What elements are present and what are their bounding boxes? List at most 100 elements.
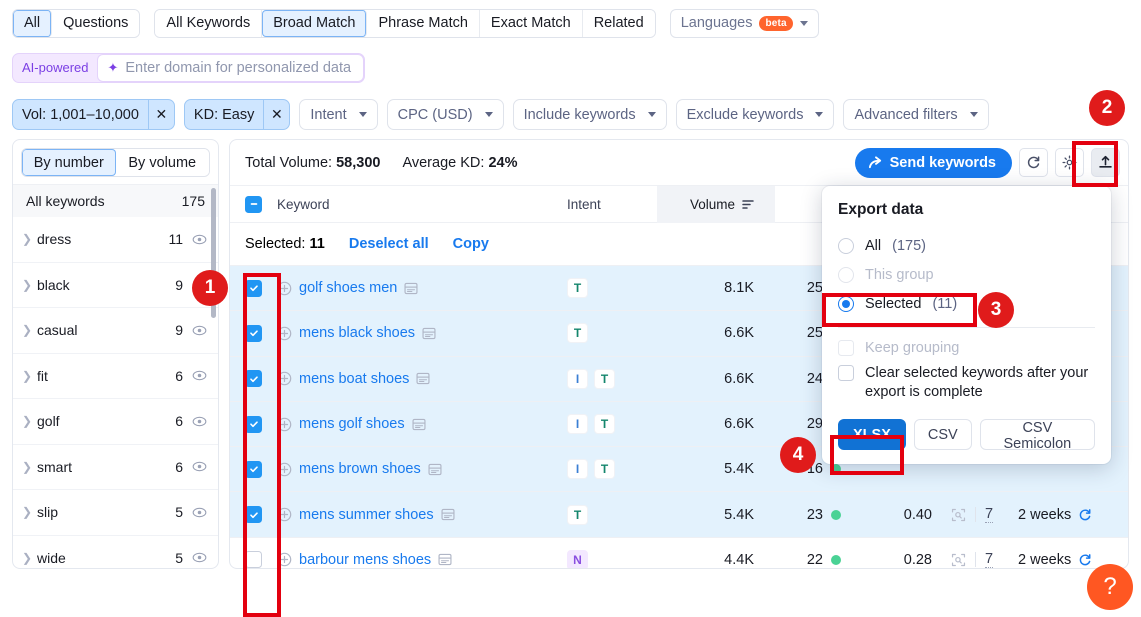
add-to-list-icon[interactable] [277, 552, 292, 567]
chevron-right-icon[interactable]: ❯ [22, 505, 37, 519]
tab-phrase-match[interactable]: Phrase Match [367, 9, 480, 37]
checkbox-icon[interactable] [838, 365, 854, 381]
header-keyword[interactable]: Keyword [277, 197, 555, 212]
tab-all-keywords[interactable]: All Keywords [155, 9, 263, 37]
filter-intent[interactable]: Intent [299, 99, 378, 130]
filter-include-keywords[interactable]: Include keywords [512, 99, 667, 130]
export-option-all[interactable]: All (175) [838, 231, 1095, 260]
add-to-list-icon[interactable] [277, 281, 292, 296]
tab-broad-match[interactable]: Broad Match [262, 9, 368, 37]
update-refresh-icon[interactable] [1078, 508, 1092, 522]
row-checkbox[interactable] [245, 506, 262, 524]
close-icon[interactable]: ✕ [147, 100, 174, 129]
eye-icon[interactable] [192, 325, 207, 336]
chevron-right-icon[interactable]: ❯ [22, 278, 37, 292]
row-checkbox[interactable] [245, 415, 262, 433]
row-checkbox[interactable] [245, 324, 262, 342]
send-keywords-button[interactable]: Send keywords [854, 147, 1012, 178]
serp-results-icon[interactable] [951, 508, 966, 522]
chevron-right-icon[interactable]: ❯ [22, 414, 37, 428]
intent-badge-I[interactable]: I [567, 414, 588, 435]
help-button[interactable]: ? [1087, 564, 1133, 610]
intent-badge-T[interactable]: T [567, 504, 588, 525]
filter-advanced[interactable]: Advanced filters [843, 99, 989, 130]
eye-icon[interactable] [192, 370, 207, 381]
serp-preview-icon[interactable] [404, 282, 418, 295]
row-checkbox[interactable] [245, 279, 262, 297]
add-to-list-icon[interactable] [277, 507, 292, 522]
row-checkbox[interactable] [245, 370, 262, 388]
chevron-right-icon[interactable]: ❯ [22, 232, 37, 246]
intent-badge-T[interactable]: T [594, 459, 615, 480]
add-to-list-icon[interactable] [277, 326, 292, 341]
header-intent[interactable]: Intent [555, 197, 657, 212]
chevron-right-icon[interactable]: ❯ [22, 369, 37, 383]
tab-all[interactable]: All [13, 9, 53, 37]
chevron-right-icon[interactable]: ❯ [22, 460, 37, 474]
serp-preview-icon[interactable] [416, 372, 430, 385]
row-checkbox[interactable] [245, 551, 262, 568]
keyword-link[interactable]: barbour mens shoes [299, 552, 431, 568]
filter-chip-volume[interactable]: Vol: 1,001–10,000 ✕ [12, 99, 175, 130]
tab-related[interactable]: Related [582, 9, 655, 37]
header-volume[interactable]: Volume [657, 185, 775, 223]
tab-exact-match[interactable]: Exact Match [479, 9, 583, 37]
serp-preview-icon[interactable] [422, 327, 436, 340]
intent-badge-T[interactable]: T [594, 414, 615, 435]
eye-icon[interactable] [192, 552, 207, 563]
intent-badge-I[interactable]: I [567, 459, 588, 480]
results-count[interactable]: 7 [985, 551, 994, 568]
eye-icon[interactable] [192, 416, 207, 427]
copy-link[interactable]: Copy [453, 236, 489, 252]
keyword-link[interactable]: mens brown shoes [299, 461, 421, 477]
keyword-link[interactable]: mens golf shoes [299, 416, 405, 432]
serp-preview-icon[interactable] [441, 508, 455, 521]
filter-cpc[interactable]: CPC (USD) [386, 99, 504, 130]
export-clear-selected[interactable]: Clear selected keywords after your expor… [838, 361, 1095, 405]
intent-badge-T[interactable]: T [567, 278, 588, 299]
sort-by-number[interactable]: By number [22, 149, 116, 176]
sidebar-group-row[interactable]: ❯ casual 9 [13, 308, 218, 354]
refresh-button[interactable] [1019, 148, 1048, 177]
keyword-link[interactable]: golf shoes men [299, 280, 397, 296]
intent-badge-I[interactable]: I [567, 368, 588, 389]
table-row[interactable]: mens summer shoes T 5.4K 23 0.40 7 2 weeks [230, 492, 1128, 538]
table-row[interactable]: barbour mens shoes N 4.4K 22 0.28 7 2 weeks [230, 538, 1128, 568]
deselect-all-link[interactable]: Deselect all [349, 236, 429, 252]
results-count[interactable]: 7 [985, 506, 994, 524]
sidebar-group-row[interactable]: ❯ wide 5 [13, 536, 218, 569]
tab-questions[interactable]: Questions [52, 9, 140, 37]
add-to-list-icon[interactable] [277, 417, 292, 432]
intent-badge-T[interactable]: T [567, 323, 588, 344]
filter-chip-kd[interactable]: KD: Easy ✕ [183, 99, 291, 130]
add-to-list-icon[interactable] [277, 462, 292, 477]
radio-icon-selected[interactable] [838, 295, 854, 312]
sidebar-group-row[interactable]: ❯ smart 6 [13, 445, 218, 490]
radio-icon[interactable] [838, 237, 854, 254]
keyword-link[interactable]: mens summer shoes [299, 507, 434, 523]
chevron-right-icon[interactable]: ❯ [22, 551, 37, 565]
settings-button[interactable] [1055, 148, 1084, 177]
add-to-list-icon[interactable] [277, 371, 292, 386]
sidebar-group-row[interactable]: ❯ fit 6 [13, 354, 218, 399]
sidebar-group-row[interactable]: ❯ dress 11 [13, 217, 218, 263]
export-csv-semicolon-button[interactable]: CSV Semicolon [979, 419, 1095, 452]
sidebar-item-all-keywords[interactable]: All keywords 175 [13, 184, 218, 217]
serp-preview-icon[interactable] [428, 463, 442, 476]
eye-icon[interactable] [192, 234, 207, 245]
export-button[interactable] [1091, 148, 1120, 177]
close-icon[interactable]: ✕ [263, 100, 289, 129]
sort-by-volume[interactable]: By volume [115, 149, 209, 176]
keyword-link[interactable]: mens black shoes [299, 325, 415, 341]
chevron-right-icon[interactable]: ❯ [22, 323, 37, 337]
export-csv-button[interactable]: CSV [913, 419, 972, 450]
domain-input[interactable]: ✦ Enter domain for personalized data [97, 53, 365, 82]
serp-results-icon[interactable] [951, 553, 966, 567]
serp-preview-icon[interactable] [438, 553, 452, 566]
sidebar-group-row[interactable]: ❯ golf 6 [13, 399, 218, 445]
sidebar-group-row[interactable]: ❯ black 9 [13, 263, 218, 308]
export-xlsx-button[interactable]: XLSX [838, 419, 906, 450]
languages-dropdown[interactable]: Languages beta [669, 8, 819, 38]
serp-preview-icon[interactable] [412, 418, 426, 431]
update-refresh-icon[interactable] [1078, 553, 1092, 567]
